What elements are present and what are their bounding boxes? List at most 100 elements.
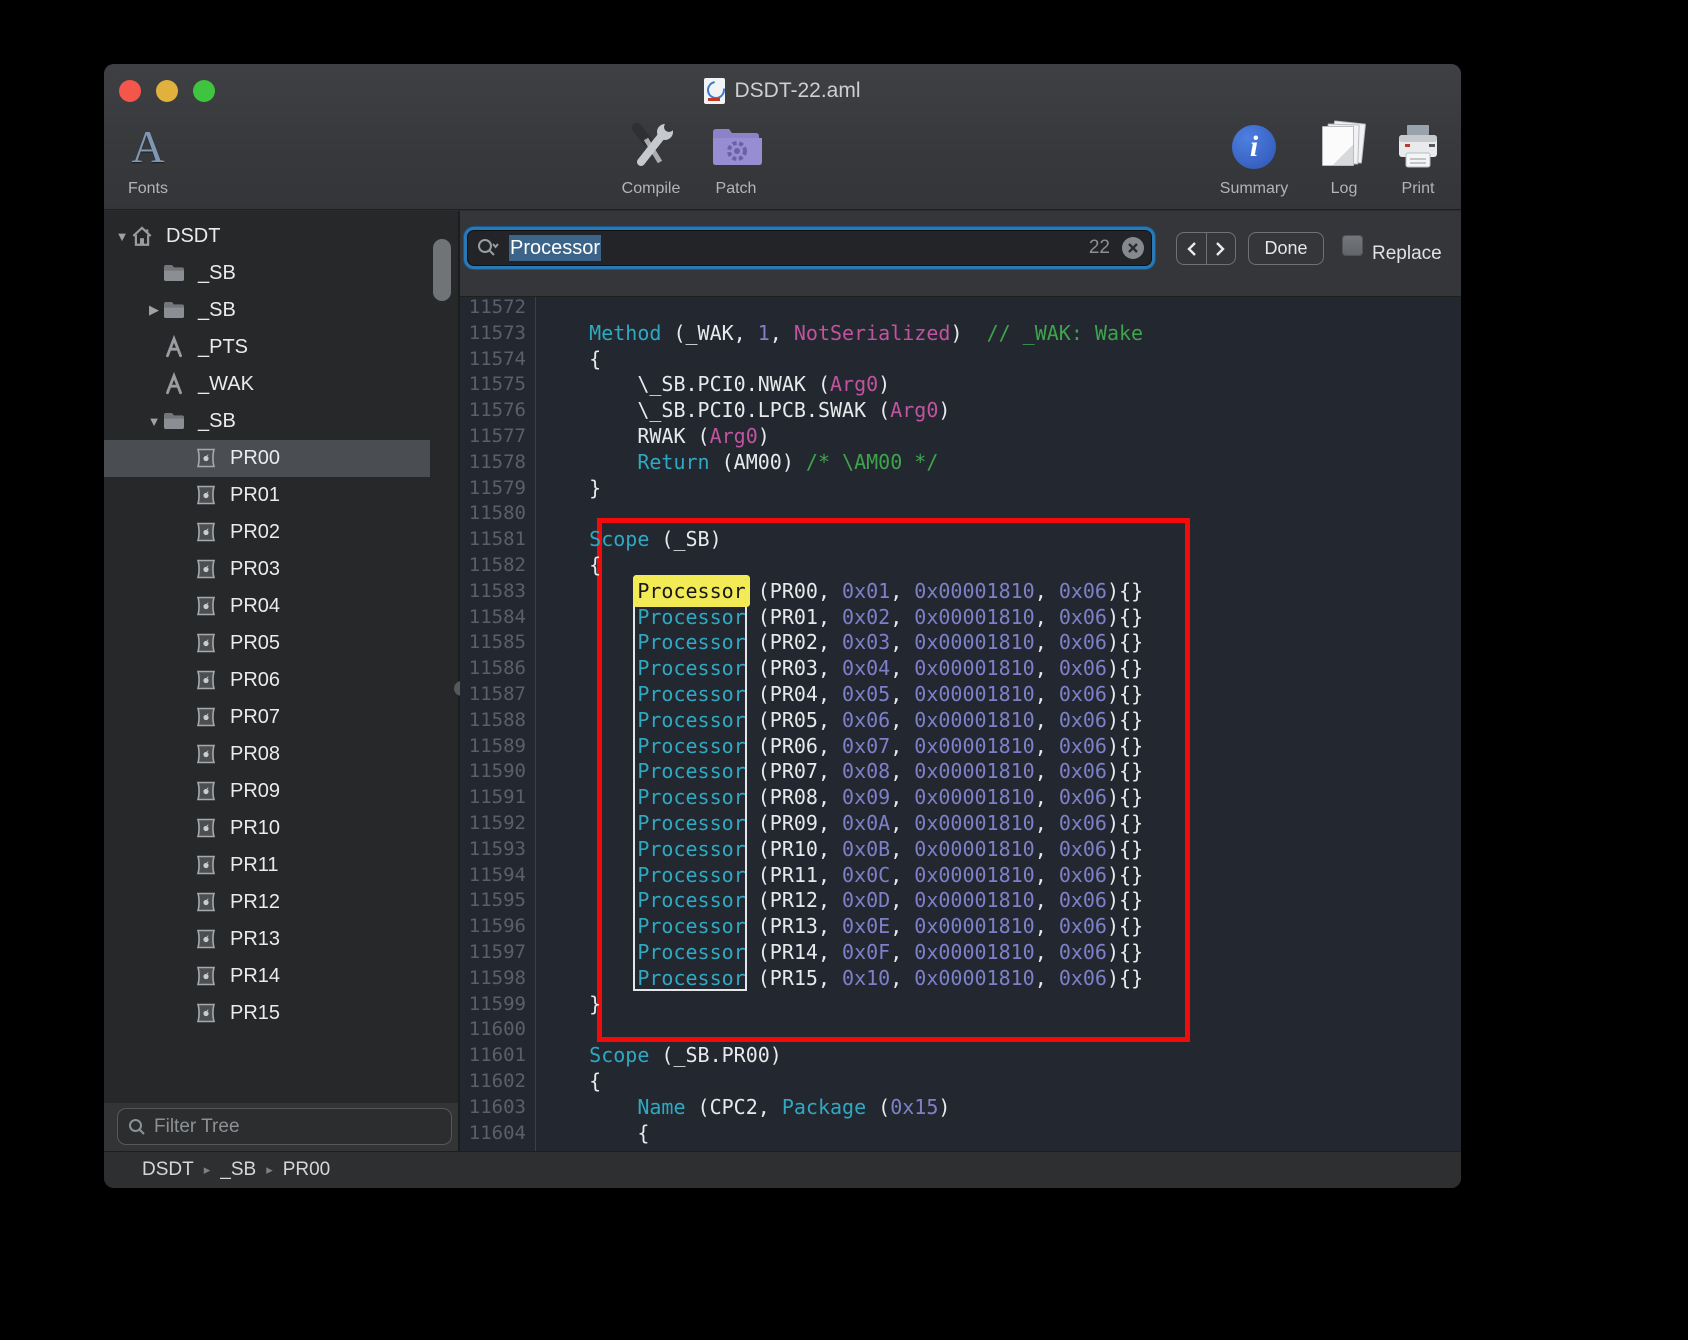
tree-item-pr01-7[interactable]: PR01	[104, 477, 458, 514]
tree-item-pr00-6[interactable]: PR00	[104, 440, 430, 477]
line-text: {	[541, 346, 601, 372]
breadcrumb-item-sb[interactable]: _SB	[220, 1159, 256, 1181]
code-line-11599[interactable]: 11599 }	[460, 991, 1461, 1017]
code-line-11601[interactable]: 11601 Scope (_SB.PR00)	[460, 1042, 1461, 1068]
tree-item-pr11-17[interactable]: PR11	[104, 847, 458, 884]
tree-item-pr07-13[interactable]: PR07	[104, 699, 458, 736]
line-text: Processor (PR07, 0x08, 0x00001810, 0x06)…	[541, 758, 1143, 784]
code-line-11584[interactable]: 11584 Processor (PR01, 0x02, 0x00001810,…	[460, 604, 1461, 630]
code-line-11573[interactable]: 11573 Method (_WAK, 1, NotSerialized) //…	[460, 320, 1461, 346]
filter-tree-input[interactable]: Filter Tree	[117, 1108, 452, 1145]
tree-item-pr03-9[interactable]: PR03	[104, 551, 458, 588]
code-line-11576[interactable]: 11576 \_SB.PCI0.LPCB.SWAK (Arg0)	[460, 397, 1461, 423]
code-line-11583[interactable]: 11583 Processor (PR00, 0x01, 0x00001810,…	[460, 578, 1461, 604]
toolbar-fonts-button[interactable]: A Fonts	[106, 116, 190, 198]
tree-item-pr02-8[interactable]: PR02	[104, 514, 458, 551]
tree-item-pr13-19[interactable]: PR13	[104, 921, 458, 958]
replace-checkbox[interactable]	[1342, 235, 1363, 256]
tree-item-label: PR11	[230, 854, 279, 877]
line-number: 11586	[460, 655, 526, 681]
code-line-11589[interactable]: 11589 Processor (PR06, 0x07, 0x00001810,…	[460, 733, 1461, 759]
tree-item-sb-5[interactable]: ▼_SB	[104, 403, 458, 440]
tree-item-sb-2[interactable]: ▶_SB	[104, 292, 458, 329]
code-line-11578[interactable]: 11578 Return (AM00) /* \AM00 */	[460, 449, 1461, 475]
code-line-11587[interactable]: 11587 Processor (PR04, 0x05, 0x00001810,…	[460, 681, 1461, 707]
code-line-11596[interactable]: 11596 Processor (PR13, 0x0E, 0x00001810,…	[460, 913, 1461, 939]
breadcrumb-item-dsdt[interactable]: DSDT	[142, 1159, 194, 1181]
code-line-11579[interactable]: 11579 }	[460, 475, 1461, 501]
tree-item-pr06-12[interactable]: PR06	[104, 662, 458, 699]
code-line-11604[interactable]: 11604 {	[460, 1120, 1461, 1146]
line-text: Name (CPC2, Package (0x15)	[541, 1094, 950, 1120]
code-line-11590[interactable]: 11590 Processor (PR07, 0x08, 0x00001810,…	[460, 758, 1461, 784]
code-line-11591[interactable]: 11591 Processor (PR08, 0x09, 0x00001810,…	[460, 784, 1461, 810]
processor-icon	[194, 447, 218, 469]
line-number: 11576	[460, 397, 526, 423]
line-number: 11598	[460, 965, 526, 991]
code-line-11594[interactable]: 11594 Processor (PR11, 0x0C, 0x00001810,…	[460, 862, 1461, 888]
line-text: \_SB.PCI0.LPCB.SWAK (Arg0)	[541, 397, 950, 423]
toolbar-compile-button[interactable]: Compile	[609, 116, 693, 198]
find-previous-button[interactable]	[1177, 233, 1207, 264]
clear-search-button[interactable]	[1122, 237, 1144, 259]
code-line-11581[interactable]: 11581 Scope (_SB)	[460, 526, 1461, 552]
code-line-11575[interactable]: 11575 \_SB.PCI0.NWAK (Arg0)	[460, 371, 1461, 397]
tree-item-wak-4[interactable]: _WAK	[104, 366, 458, 403]
processor-icon	[194, 891, 218, 913]
code-line-11597[interactable]: 11597 Processor (PR14, 0x0F, 0x00001810,…	[460, 939, 1461, 965]
tree-item-pr10-16[interactable]: PR10	[104, 810, 458, 847]
disclosure-triangle[interactable]: ▶	[146, 302, 162, 318]
code-line-11595[interactable]: 11595 Processor (PR12, 0x0D, 0x00001810,…	[460, 887, 1461, 913]
code-line-11586[interactable]: 11586 Processor (PR03, 0x04, 0x00001810,…	[460, 655, 1461, 681]
code-line-11580[interactable]: 11580	[460, 500, 1461, 526]
code-line-11603[interactable]: 11603 Name (CPC2, Package (0x15)	[460, 1094, 1461, 1120]
find-next-button[interactable]	[1207, 233, 1236, 264]
tree-item-pr14-20[interactable]: PR14	[104, 958, 458, 995]
code-line-11592[interactable]: 11592 Processor (PR09, 0x0A, 0x00001810,…	[460, 810, 1461, 836]
document-proxy-icon[interactable]	[704, 78, 725, 104]
code-line-11572[interactable]: 11572	[460, 297, 1461, 320]
processor-icon	[194, 706, 218, 728]
code-line-11574[interactable]: 11574 {	[460, 346, 1461, 372]
toolbar-log-button[interactable]: Log	[1302, 116, 1386, 198]
line-number: 11589	[460, 733, 526, 759]
tree-item-pr05-11[interactable]: PR05	[104, 625, 458, 662]
search-icon	[128, 1118, 146, 1136]
line-text: Processor (PR04, 0x05, 0x00001810, 0x06)…	[541, 681, 1143, 707]
code-line-11602[interactable]: 11602 {	[460, 1068, 1461, 1094]
tree-item-pr12-18[interactable]: PR12	[104, 884, 458, 921]
toolbar-patch-button[interactable]: Patch	[694, 116, 778, 198]
line-text: {	[541, 1068, 601, 1094]
toolbar-summary-button[interactable]: i Summary	[1212, 116, 1296, 198]
line-text: Processor (PR15, 0x10, 0x00001810, 0x06)…	[541, 965, 1143, 991]
code-line-11588[interactable]: 11588 Processor (PR05, 0x06, 0x00001810,…	[460, 707, 1461, 733]
folder-icon	[162, 299, 186, 321]
code-line-11598[interactable]: 11598 Processor (PR15, 0x10, 0x00001810,…	[460, 965, 1461, 991]
chevron-left-icon	[1186, 241, 1197, 257]
tree-item-sb-1[interactable]: _SB	[104, 255, 458, 292]
tree-item-pr09-15[interactable]: PR09	[104, 773, 458, 810]
breadcrumb-item-pr00[interactable]: PR00	[283, 1159, 331, 1181]
code-line-11585[interactable]: 11585 Processor (PR02, 0x03, 0x00001810,…	[460, 629, 1461, 655]
tree-item-pr15-21[interactable]: PR15	[104, 995, 458, 1032]
line-text: }	[541, 991, 601, 1017]
disclosure-triangle[interactable]: ▼	[146, 414, 162, 429]
disclosure-triangle[interactable]: ▼	[114, 229, 130, 244]
code-line-11600[interactable]: 11600	[460, 1016, 1461, 1042]
tree-item-pts-3[interactable]: _PTS	[104, 329, 458, 366]
toolbar-print-button[interactable]: Print	[1376, 116, 1460, 198]
code-line-11582[interactable]: 11582 {	[460, 552, 1461, 578]
breadcrumb: DSDT▸_SB▸PR00	[104, 1151, 1461, 1188]
code-area[interactable]: 1157211573 Method (_WAK, 1, NotSerialize…	[460, 297, 1461, 1151]
code-line-11593[interactable]: 11593 Processor (PR10, 0x0B, 0x00001810,…	[460, 836, 1461, 862]
fonts-icon: A	[131, 121, 164, 173]
search-scope-icon[interactable]	[477, 238, 499, 258]
code-line-11577[interactable]: 11577 RWAK (Arg0)	[460, 423, 1461, 449]
processor-icon	[194, 1002, 218, 1024]
tree-item-dsdt-0[interactable]: ▼DSDT	[104, 218, 458, 255]
tree-item-pr04-10[interactable]: PR04	[104, 588, 458, 625]
tree-item-pr08-14[interactable]: PR08	[104, 736, 458, 773]
sidebar-scrollbar-thumb[interactable]	[433, 239, 451, 301]
done-button[interactable]: Done	[1248, 232, 1324, 265]
find-input[interactable]: Processor 22	[464, 227, 1155, 269]
